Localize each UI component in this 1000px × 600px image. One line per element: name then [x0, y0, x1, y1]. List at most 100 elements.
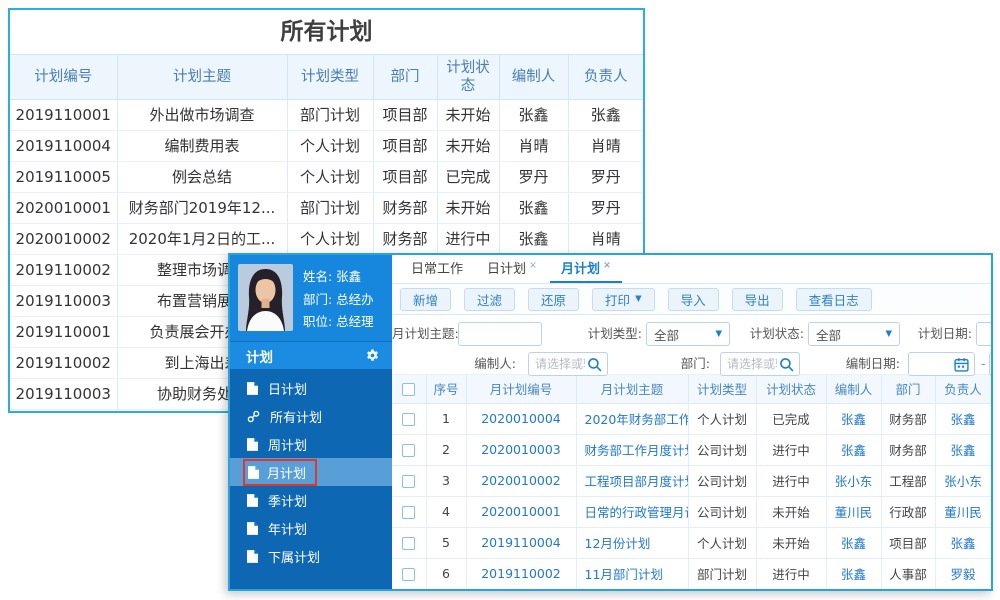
- sidebar-item-quarterly-plan[interactable]: 季计划: [230, 486, 392, 514]
- gear-icon[interactable]: [365, 348, 380, 363]
- plan-type: 公司计划: [688, 496, 757, 528]
- close-icon[interactable]: ×: [529, 260, 537, 271]
- plan-code-link[interactable]: 2019110002: [466, 558, 577, 589]
- sidebar-item-yearly-plan[interactable]: 年计划: [230, 514, 392, 542]
- file-icon: [247, 521, 258, 535]
- search-icon[interactable]: [587, 357, 602, 372]
- plan-code: 2019110005: [10, 161, 117, 193]
- subject-input[interactable]: [459, 323, 541, 345]
- column-header: 计划编号: [10, 55, 117, 100]
- plan-owner-link[interactable]: 张鑫: [935, 434, 991, 466]
- plan-owner-link[interactable]: 罗毅: [935, 558, 991, 589]
- row-checkbox[interactable]: [402, 444, 416, 457]
- sidebar-item-subordinate-plan[interactable]: 下属计划: [230, 542, 392, 570]
- plan-code: 2019110004: [10, 130, 117, 162]
- calendar-icon[interactable]: [954, 357, 969, 372]
- type-select[interactable]: 全部 ▼: [646, 322, 730, 346]
- dept-filter-input[interactable]: [720, 352, 800, 376]
- table-row: 2 2020010003 财务部工作月度计划 公司计划 进行中 张鑫 财务部 张…: [392, 434, 991, 466]
- table-row: 4 2020010001 日常的行政管理月计划 公司计划 未开始 董川民 行政部…: [392, 496, 991, 528]
- compile-date-end-field[interactable]: [990, 353, 991, 375]
- sidebar-section-plan[interactable]: 计划: [230, 341, 392, 369]
- column-header: 计划主题: [116, 55, 287, 100]
- tab-daily-plan[interactable]: 日计划 ×: [476, 258, 548, 283]
- column-header: 计划类型: [286, 55, 373, 100]
- plan-editor-link[interactable]: 张鑫: [826, 434, 882, 466]
- plan-status: 未开始: [436, 130, 499, 162]
- select-all-checkbox[interactable]: [402, 383, 416, 397]
- close-icon[interactable]: ×: [603, 260, 611, 271]
- plan-type: 个人计划: [688, 527, 757, 559]
- status-select[interactable]: 全部 ▼: [808, 322, 900, 346]
- plan-dept: 行政部: [881, 496, 936, 528]
- tab-daily-work[interactable]: 日常工作: [400, 258, 474, 283]
- plan-code-link[interactable]: 2019110004: [466, 527, 577, 559]
- editor-filter-input[interactable]: [528, 352, 608, 376]
- plan-status: 进行中: [756, 465, 827, 497]
- row-checkbox[interactable]: [402, 506, 416, 519]
- plan-type: 个人计划: [286, 223, 373, 255]
- plan-code-link[interactable]: 2020010001: [466, 496, 577, 528]
- reset-button[interactable]: 还原: [528, 287, 580, 311]
- plan-subject-link[interactable]: 财务部工作月度计划: [576, 434, 689, 466]
- plan-editor-link[interactable]: 张鑫: [826, 558, 882, 589]
- plan-code-link[interactable]: 2020010004: [466, 403, 577, 435]
- sidebar-item-daily-plan[interactable]: 日计划: [230, 374, 392, 402]
- plan-subject-link[interactable]: 日常的行政管理月计划: [576, 496, 689, 528]
- plan-subject-link[interactable]: 12月份计划: [576, 527, 689, 559]
- column-header: 编制人: [498, 55, 568, 100]
- profile-name: 姓名: 张鑫: [303, 269, 362, 284]
- plan-type: 部门计划: [286, 192, 373, 224]
- plan-owner-link[interactable]: 张鑫: [935, 527, 991, 559]
- plan-date-filter-label: 计划日期:: [917, 326, 972, 341]
- plan-editor-link[interactable]: 张鑫: [826, 527, 882, 559]
- subject-filter-input[interactable]: [458, 322, 542, 346]
- sidebar-item-monthly-plan[interactable]: 月计划: [230, 458, 392, 486]
- add-button[interactable]: 新增: [400, 287, 452, 311]
- plan-status: 已完成: [756, 403, 827, 435]
- plan-subject-link[interactable]: 11月部门计划: [576, 558, 689, 589]
- row-checkbox[interactable]: [402, 568, 416, 581]
- plan-editor-link[interactable]: 张小东: [826, 465, 882, 497]
- export-button[interactable]: 导出: [731, 287, 783, 311]
- tab-monthly-plan[interactable]: 月计划 ×: [550, 258, 622, 283]
- plan-date-field[interactable]: [977, 323, 991, 345]
- table-row: 5 2019110004 12月份计划 个人计划 未开始 张鑫 项目部 张鑫: [392, 527, 991, 559]
- filter-button[interactable]: 过滤: [464, 287, 516, 311]
- plan-editor-link[interactable]: 董川民: [826, 496, 882, 528]
- row-checkbox[interactable]: [402, 537, 416, 550]
- plan-code-link[interactable]: 2020010003: [466, 434, 577, 466]
- plan-owner-link[interactable]: 董川民: [935, 496, 991, 528]
- tab-bar: 日常工作 日计划 × 月计划 ×: [392, 255, 991, 284]
- plan-code: 2019110001: [10, 99, 117, 131]
- plan-code-link[interactable]: 2020010002: [466, 465, 577, 497]
- sidebar-item-weekly-plan[interactable]: 周计划: [230, 430, 392, 458]
- plan-date-input[interactable]: [976, 322, 991, 346]
- plan-code: 2019110003: [10, 285, 117, 317]
- print-button[interactable]: 打印 ▼: [592, 287, 655, 311]
- table-row: 2019110004 编制费用表 个人计划 项目部 未开始 肖晴 肖晴: [10, 130, 643, 162]
- plan-owner-link[interactable]: 张小东: [935, 465, 991, 497]
- row-checkbox[interactable]: [402, 413, 416, 426]
- row-checkbox[interactable]: [402, 475, 416, 488]
- plan-editor: 张鑫: [498, 223, 568, 255]
- plan-dept: 项目部: [372, 130, 437, 162]
- row-index: 5: [426, 527, 467, 559]
- compile-date-end-input[interactable]: [989, 352, 991, 376]
- search-icon[interactable]: [779, 357, 794, 372]
- plan-type: 部门计划: [688, 558, 757, 589]
- plan-status: 未开始: [436, 99, 499, 131]
- compile-date-start-input[interactable]: [908, 352, 975, 376]
- plan-subject-link[interactable]: 工程项目部月度计划: [576, 465, 689, 497]
- sidebar-item-all-plans[interactable]: 所有计划: [230, 402, 392, 430]
- subject-filter-label: 月计划主题:: [392, 326, 459, 341]
- import-button[interactable]: 导入: [667, 287, 719, 311]
- plan-editor-link[interactable]: 张鑫: [826, 403, 882, 435]
- plan-owner: 张鑫: [567, 99, 643, 131]
- plan-subject-link[interactable]: 2020年财务部工作月...: [576, 403, 689, 435]
- avatar: [238, 264, 293, 331]
- plan-type: 个人计划: [286, 130, 373, 162]
- view-logs-button[interactable]: 查看日志: [795, 287, 872, 311]
- row-index: 4: [426, 496, 467, 528]
- plan-owner-link[interactable]: 张鑫: [935, 403, 991, 435]
